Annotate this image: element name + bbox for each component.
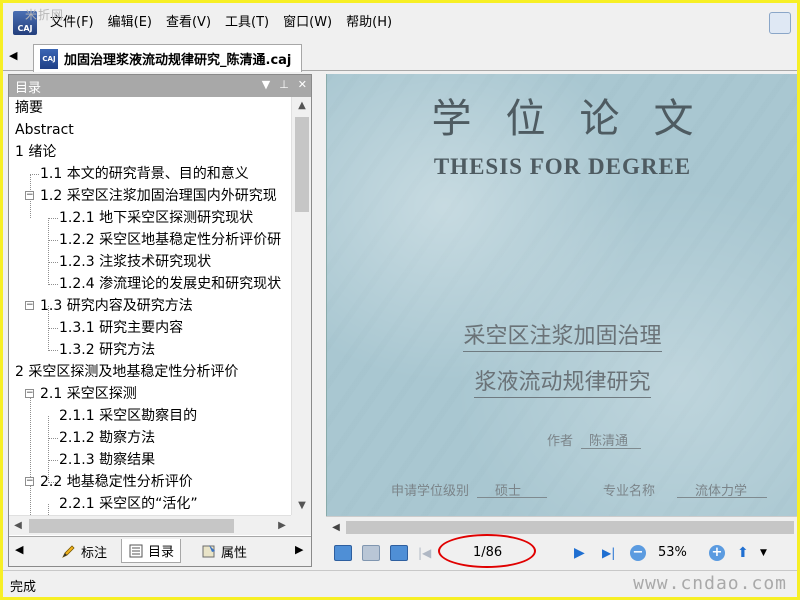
author-label: 作者 — [547, 434, 574, 449]
corner-watermark: 米折网 — [25, 8, 65, 22]
document-tab[interactable]: CAJ 加固治理浆液流动规律研究_陈清通.caj — [33, 44, 303, 72]
toc-item[interactable]: 1 绪论 — [15, 141, 56, 163]
toc-panel-header: 目录 ▼ ⊥ ✕ — [9, 75, 311, 97]
toc-tree: − − − − 摘要 Abstract 1 绪论 1.1 本文的研究背景、目的和… — [9, 97, 291, 515]
tab-toc[interactable]: 目录 — [121, 539, 182, 563]
toc-vertical-scrollbar[interactable]: ▲ ▼ — [291, 97, 311, 515]
tab-scroll-left-icon[interactable]: ◀ — [15, 543, 23, 556]
menu-bar: CAJ 米折网 文件(F) 编辑(E) 查看(V) 工具(T) 窗口(W) 帮助… — [3, 3, 797, 43]
two-page-view-icon[interactable] — [390, 545, 408, 561]
caj-file-icon: CAJ — [40, 48, 58, 69]
single-page-view-icon[interactable] — [334, 545, 352, 561]
toc-item[interactable]: 1.3.1 研究主要内容 — [59, 317, 183, 339]
menu-view[interactable]: 查看(V) — [159, 12, 218, 34]
zoom-in-icon[interactable]: + — [709, 545, 725, 561]
menu-edit[interactable]: 编辑(E) — [101, 12, 159, 34]
app-window: CAJ 米折网 文件(F) 编辑(E) 查看(V) 工具(T) 窗口(W) 帮助… — [3, 3, 797, 597]
toc-item[interactable]: 1.2.2 采空区地基稳定性分析评价研 — [59, 229, 281, 251]
toc-panel-title: 目录 — [15, 80, 42, 96]
toc-collapse-icon[interactable]: − — [25, 191, 34, 200]
tab-scroll-left-icon[interactable]: ◀ — [9, 49, 17, 62]
tab-toc-label: 目录 — [148, 545, 175, 560]
navigation-toolbar: |◀ 1/86 ▶ ▶| − 53% + ⬆ ▼ — [326, 534, 797, 568]
menu-tools[interactable]: 工具(T) — [218, 12, 276, 34]
document-page-view[interactable]: 学位论文 THESIS FOR DEGREE 采空区注浆加固治理 浆液流动规律研… — [326, 74, 797, 516]
document-horizontal-scrollbar[interactable]: ◀ — [326, 516, 797, 537]
toc-item[interactable]: 2 采空区探测及地基稳定性分析评价 — [15, 361, 238, 383]
scroll-down-icon[interactable]: ▼ — [292, 497, 312, 515]
page-title-en: THESIS FOR DEGREE — [433, 154, 692, 179]
scroll-thumb[interactable] — [295, 117, 309, 212]
scroll-right-icon[interactable]: ▶ — [273, 516, 291, 536]
page-indicator[interactable]: 1/86 — [473, 545, 502, 560]
toc-item[interactable]: 1.1 本文的研究背景、目的和意义 — [40, 163, 249, 185]
scroll-left-icon[interactable]: ◀ — [9, 516, 27, 536]
major-label: 专业名称 — [603, 484, 656, 499]
tab-properties[interactable]: 属性 — [195, 539, 253, 563]
watermark: www.cndao.com — [633, 573, 787, 594]
toc-item[interactable]: 1.2.3 注浆技术研究现状 — [59, 251, 211, 273]
toolbar-dropdown-icon[interactable]: ▼ — [760, 545, 778, 561]
toc-collapse-icon[interactable]: − — [25, 477, 34, 486]
author-value: 陈清通 — [589, 434, 629, 449]
toc-panel: 目录 ▼ ⊥ ✕ − − − − 摘要 Abstract 1 绪论 1.1 本文… — [8, 74, 312, 567]
toc-item[interactable]: Abstract — [15, 119, 74, 141]
toc-collapse-icon[interactable]: − — [25, 389, 34, 398]
status-bar: 完成 www.cndao.com — [3, 570, 797, 597]
thesis-title-line2: 浆液流动规律研究 — [327, 364, 797, 398]
page-title-cn: 学位论文 — [431, 96, 728, 142]
scroll-up-icon[interactable]: ▲ — [292, 97, 312, 115]
panel-dropdown-icon[interactable]: ▼ — [262, 78, 270, 91]
list-icon — [128, 543, 144, 559]
toc-item[interactable]: 1.3.2 研究方法 — [59, 339, 155, 361]
first-page-icon[interactable]: |◀ — [418, 545, 436, 561]
toc-item[interactable]: 1.2.4 渗流理论的发展史和研究现状 — [59, 273, 281, 295]
scroll-thumb[interactable] — [29, 519, 234, 533]
panel-tab-bar: ◀ 标注 目录 属性 ▶ — [9, 536, 311, 566]
toc-item[interactable]: 2.1.1 采空区勘察目的 — [59, 405, 197, 427]
toc-item[interactable]: 2.1 采空区探测 — [40, 383, 137, 405]
tab-annotations-label: 标注 — [81, 545, 108, 561]
toc-item[interactable]: 1.3 研究内容及研究方法 — [40, 295, 193, 317]
toc-horizontal-scrollbar[interactable]: ◀ ▶ — [9, 515, 291, 535]
menu-help[interactable]: 帮助(H) — [339, 12, 399, 34]
menu-window[interactable]: 窗口(W) — [276, 12, 339, 34]
toc-item[interactable]: 1.2 采空区注浆加固治理国内外研究现 — [40, 185, 277, 207]
upload-arrow-icon[interactable]: ⬆ — [737, 545, 755, 561]
document-tab-bar: ◀ CAJ 加固治理浆液流动规律研究_陈清通.caj — [3, 43, 797, 72]
next-page-icon[interactable]: ▶ — [574, 545, 592, 561]
toc-item[interactable]: 2.2 地基稳定性分析评价 — [40, 471, 193, 493]
tab-properties-label: 属性 — [221, 545, 248, 561]
tab-scroll-right-icon[interactable]: ▶ — [295, 543, 303, 556]
scroll-corner — [291, 515, 311, 535]
toc-item[interactable]: 2.2.1 采空区的“活化” — [59, 493, 198, 515]
close-icon[interactable]: ✕ — [298, 78, 307, 91]
document-tab-title: 加固治理浆液流动规律研究_陈清通.caj — [64, 53, 292, 68]
toc-item[interactable]: 摘要 — [15, 97, 43, 119]
scroll-thumb[interactable] — [346, 521, 794, 534]
toc-item[interactable]: 2.1.2 勘察方法 — [59, 427, 155, 449]
tab-annotations[interactable]: 标注 — [55, 539, 113, 563]
properties-icon — [201, 543, 217, 559]
continuous-view-icon[interactable] — [362, 545, 380, 561]
degree-label: 申请学位级别 — [391, 484, 470, 499]
scroll-left-icon[interactable]: ◀ — [328, 517, 344, 538]
last-page-icon[interactable]: ▶| — [602, 545, 620, 561]
toc-item[interactable]: 1.2.1 地下采空区探测研究现状 — [59, 207, 253, 229]
zoom-out-icon[interactable]: − — [630, 545, 646, 561]
toolbar-toggle-button[interactable] — [769, 12, 791, 34]
toc-collapse-icon[interactable]: − — [25, 301, 34, 310]
toc-item[interactable]: 2.1.3 勘察结果 — [59, 449, 155, 471]
pin-icon[interactable]: ⊥ — [279, 78, 289, 91]
pencil-icon — [61, 543, 77, 559]
status-text: 完成 — [10, 580, 37, 595]
thesis-title-line1: 采空区注浆加固治理 — [327, 318, 797, 352]
zoom-level[interactable]: 53% — [658, 545, 687, 560]
